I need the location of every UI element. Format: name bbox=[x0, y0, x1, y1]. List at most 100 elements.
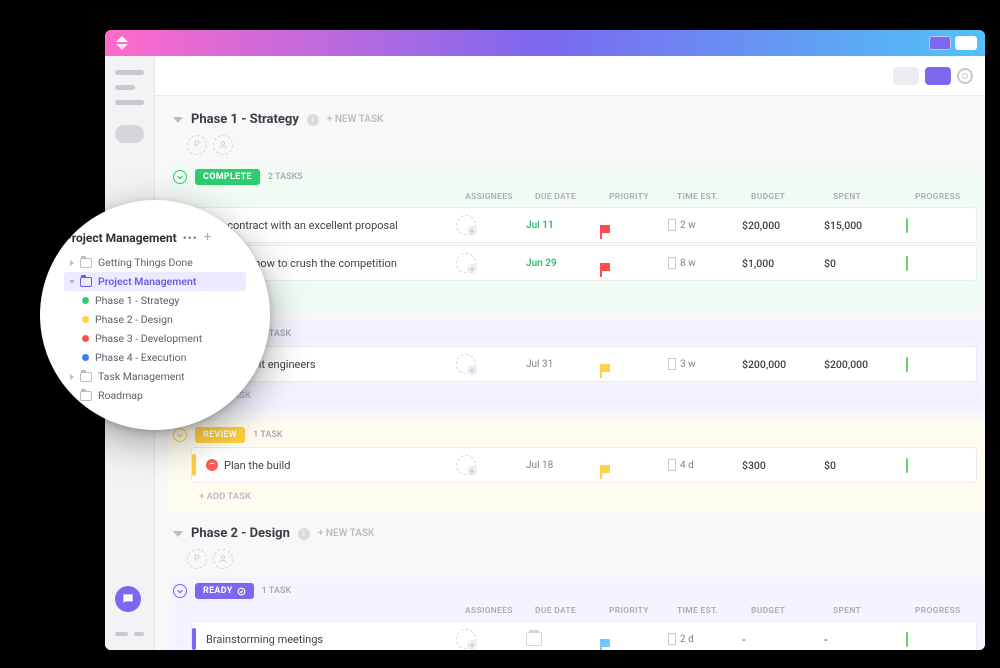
window-control-min[interactable] bbox=[929, 36, 951, 50]
assignee-chip[interactable] bbox=[213, 549, 233, 569]
status-group: READY 1 TASK ASSIGNEES DUE DATE PRIORITY… bbox=[169, 577, 985, 650]
assignee-chip[interactable]: P bbox=[187, 135, 207, 155]
status-collapse-icon[interactable] bbox=[173, 584, 187, 598]
add-task-button[interactable]: + ADD TASK bbox=[169, 384, 985, 407]
add-task-button[interactable]: + ADD TASK bbox=[169, 283, 985, 306]
progress-bar bbox=[906, 458, 908, 473]
assignee-cell[interactable] bbox=[456, 629, 520, 649]
assignee-cell[interactable] bbox=[456, 455, 520, 475]
due-date-cell[interactable]: Jun 29 bbox=[526, 258, 594, 269]
status-dot-icon bbox=[82, 297, 89, 304]
app-logo-icon bbox=[113, 34, 131, 52]
status-badge[interactable]: REVIEW bbox=[195, 427, 245, 443]
tree-item[interactable]: Task Management bbox=[64, 367, 246, 386]
progress-bar bbox=[906, 632, 908, 647]
task-name: −Plan the build bbox=[202, 459, 450, 472]
progress-cell bbox=[906, 358, 976, 371]
add-task-button[interactable]: + ADD TASK bbox=[169, 485, 985, 508]
new-task-button[interactable]: + NEW TASK bbox=[327, 114, 384, 125]
tree-item[interactable]: Phase 4 - Execution bbox=[64, 348, 246, 367]
more-icon[interactable]: ••• bbox=[183, 231, 198, 245]
phase-assignee-row: P bbox=[169, 133, 985, 163]
folder-icon bbox=[80, 277, 92, 287]
progress-bar bbox=[906, 218, 908, 233]
tree-item-label: Phase 1 - Strategy bbox=[95, 294, 179, 307]
progress-cell bbox=[906, 633, 976, 646]
info-icon[interactable]: i bbox=[298, 528, 310, 540]
tree-item[interactable]: Roadmap bbox=[64, 386, 246, 405]
tree-item-label: Phase 4 - Execution bbox=[95, 351, 186, 364]
col-budget: BUDGET bbox=[751, 192, 827, 202]
time-est-cell[interactable]: 2 d bbox=[668, 633, 736, 645]
budget-cell: $300 bbox=[742, 459, 818, 472]
tree-item[interactable]: Getting Things Done bbox=[64, 253, 246, 272]
assignee-chip[interactable]: P bbox=[187, 549, 207, 569]
tree-item-label: Task Management bbox=[98, 370, 185, 383]
avatar-placeholder-icon bbox=[456, 253, 476, 273]
status-dot-icon bbox=[82, 316, 89, 323]
task-row[interactable]: −Plan the build Jul 18 4 d $300 $0 bbox=[191, 447, 977, 483]
task-name: Brainstorming meetings bbox=[202, 633, 450, 646]
rail-placeholder bbox=[115, 85, 135, 90]
task-row[interactable]: Brainstorming meetings 2 d - - bbox=[191, 621, 977, 650]
window-controls bbox=[929, 36, 977, 50]
col-due-date: DUE DATE bbox=[535, 606, 603, 616]
col-time-est: TIME EST. bbox=[677, 192, 745, 202]
view-toggle-2[interactable] bbox=[925, 67, 951, 85]
time-est-cell[interactable]: 4 d bbox=[668, 459, 736, 471]
status-header: COMPLETE 2 TASKS bbox=[169, 167, 985, 189]
rail-placeholder bbox=[115, 100, 144, 105]
assignee-cell[interactable] bbox=[456, 215, 520, 235]
time-est-cell[interactable]: 3 w bbox=[668, 358, 736, 370]
col-due-date: DUE DATE bbox=[535, 192, 603, 202]
progress-cell bbox=[906, 219, 976, 232]
status-header: REVIEW 1 TASK bbox=[169, 425, 985, 447]
tree-item[interactable]: Phase 3 - Development bbox=[64, 329, 246, 348]
time-est-cell[interactable]: 8 w bbox=[668, 257, 736, 269]
info-icon[interactable]: i bbox=[307, 114, 319, 126]
chat-icon[interactable] bbox=[115, 586, 141, 612]
assignee-chip[interactable] bbox=[213, 135, 233, 155]
task-row[interactable]: Research how to crush the competition Ju… bbox=[191, 245, 977, 281]
due-date-cell[interactable]: Jul 31 bbox=[526, 359, 594, 370]
avatar-placeholder-icon bbox=[456, 215, 476, 235]
hourglass-icon bbox=[668, 459, 676, 471]
spent-cell: $15,000 bbox=[824, 219, 900, 232]
status-badge[interactable]: COMPLETE bbox=[195, 169, 260, 185]
time-est-cell[interactable]: 2 w bbox=[668, 219, 736, 231]
budget-cell: $200,000 bbox=[742, 358, 818, 371]
status-collapse-icon[interactable] bbox=[173, 428, 187, 442]
window-control-max[interactable] bbox=[955, 36, 977, 50]
collapse-icon[interactable] bbox=[173, 117, 183, 123]
tree-item[interactable]: Project Management bbox=[64, 272, 246, 291]
phase-header: Phase 1 - Strategy i + NEW TASK bbox=[169, 108, 985, 133]
status-header: READY 1 TASK bbox=[169, 581, 985, 603]
due-date-cell[interactable] bbox=[526, 632, 542, 646]
settings-icon[interactable] bbox=[957, 68, 973, 84]
status-badge[interactable]: READY bbox=[195, 583, 254, 599]
status-collapse-icon[interactable] bbox=[173, 170, 187, 184]
task-row[interactable]: Win contract with an excellent proposal … bbox=[191, 207, 977, 243]
due-date-cell[interactable]: Jul 18 bbox=[526, 460, 594, 471]
col-progress: PROGRESS bbox=[915, 192, 985, 202]
collapse-icon[interactable] bbox=[173, 531, 183, 537]
due-date-cell[interactable]: Jul 11 bbox=[526, 220, 594, 231]
assignee-cell[interactable] bbox=[456, 253, 520, 273]
add-icon[interactable]: + bbox=[204, 230, 211, 245]
task-row[interactable]: Hire brilliant engineers Jul 31 3 w $200… bbox=[191, 346, 977, 382]
folder-icon bbox=[80, 391, 92, 401]
rail-footer bbox=[115, 632, 144, 636]
task-name: Win contract with an excellent proposal bbox=[202, 219, 450, 232]
status-group: REVIEW 1 TASK −Plan the build Jul 18 4 d… bbox=[169, 421, 985, 512]
tree-item[interactable]: Phase 1 - Strategy bbox=[64, 291, 246, 310]
col-progress: PROGRESS bbox=[915, 606, 985, 616]
titlebar bbox=[105, 30, 985, 56]
col-time-est: TIME EST. bbox=[677, 606, 745, 616]
assignee-cell[interactable] bbox=[456, 354, 520, 374]
tree-item-label: Project Management bbox=[98, 275, 196, 288]
tree-item-label: Getting Things Done bbox=[98, 256, 193, 269]
new-task-button[interactable]: + NEW TASK bbox=[318, 528, 375, 539]
tree-item[interactable]: Phase 2 - Design bbox=[64, 310, 246, 329]
rail-search-placeholder[interactable] bbox=[115, 125, 144, 143]
view-toggle-1[interactable] bbox=[893, 67, 919, 85]
